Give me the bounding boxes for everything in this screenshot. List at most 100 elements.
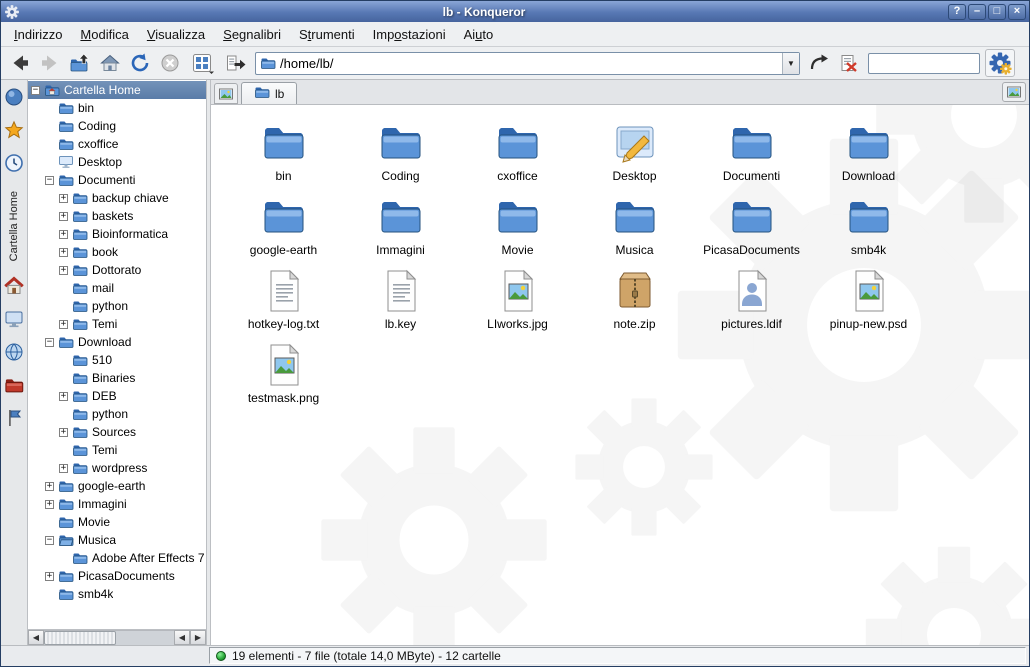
tree-item-musica-25[interactable]: −Musica bbox=[28, 531, 206, 549]
expander-icon[interactable]: + bbox=[59, 320, 68, 329]
sidebar-hscrollbar[interactable]: ◀ ◀ ▶ bbox=[28, 629, 206, 645]
file-liworks-jpg[interactable]: LIworks.jpg bbox=[462, 267, 574, 341]
media-player-button[interactable] bbox=[4, 88, 25, 109]
tree-item-coding-2[interactable]: Coding bbox=[28, 117, 206, 135]
file-view[interactable]: binCodingcxofficeDesktopDocumentiDownloa… bbox=[211, 105, 1029, 645]
menu-indirizzo[interactable]: Indirizzo bbox=[5, 24, 71, 45]
tree-item-desktop-4[interactable]: Desktop bbox=[28, 153, 206, 171]
tree-item-download-14[interactable]: −Download bbox=[28, 333, 206, 351]
file-download[interactable]: Download bbox=[813, 119, 925, 193]
preview-corner-button[interactable] bbox=[1002, 82, 1026, 102]
close-button[interactable]: × bbox=[1008, 4, 1026, 20]
file-google-earth[interactable]: google-earth bbox=[228, 193, 340, 267]
expander-icon[interactable]: + bbox=[59, 266, 68, 275]
network-button[interactable] bbox=[4, 343, 25, 364]
expander-icon[interactable]: − bbox=[45, 536, 54, 545]
file-pinup-new-psd[interactable]: pinup-new.psd bbox=[813, 267, 925, 341]
forward-button[interactable] bbox=[36, 49, 64, 77]
file-picasadocuments[interactable]: PicasaDocuments bbox=[696, 193, 808, 267]
menu-aiuto[interactable]: Aiuto bbox=[455, 24, 503, 45]
expander-icon[interactable]: + bbox=[59, 230, 68, 239]
tree-item-movie-24[interactable]: Movie bbox=[28, 513, 206, 531]
file-musica[interactable]: Musica bbox=[579, 193, 691, 267]
tree-item-510-15[interactable]: 510 bbox=[28, 351, 206, 369]
stop-button[interactable] bbox=[156, 49, 184, 77]
expander-icon[interactable]: + bbox=[45, 482, 54, 491]
scroll-left-button-2[interactable]: ◀ bbox=[174, 630, 190, 645]
tree-item-backup-chiave-6[interactable]: +backup chiave bbox=[28, 189, 206, 207]
file-bin[interactable]: bin bbox=[228, 119, 340, 193]
location-input[interactable] bbox=[280, 54, 782, 73]
tree-item-adobe-after-effects-7-26[interactable]: Adobe After Effects 7 bbox=[28, 549, 206, 567]
expander-icon[interactable]: + bbox=[59, 194, 68, 203]
expander-icon[interactable]: + bbox=[59, 248, 68, 257]
tree-item-sources-19[interactable]: +Sources bbox=[28, 423, 206, 441]
location-bar[interactable]: ▼ bbox=[255, 52, 800, 75]
back-button[interactable] bbox=[6, 49, 34, 77]
expander-icon[interactable]: + bbox=[45, 500, 54, 509]
sidebar-tab-label[interactable]: Cartella Home bbox=[8, 191, 20, 261]
services-button[interactable] bbox=[4, 409, 25, 430]
tree-item-dottorato-10[interactable]: +Dottorato bbox=[28, 261, 206, 279]
tab-lb[interactable]: lb bbox=[241, 82, 297, 104]
file-movie[interactable]: Movie bbox=[462, 193, 574, 267]
menu-strumenti[interactable]: Strumenti bbox=[290, 24, 364, 45]
tree-item-bin-1[interactable]: bin bbox=[28, 99, 206, 117]
titlebar[interactable]: lb - Konqueror ?–□× bbox=[1, 1, 1029, 22]
tree-item-google-earth-22[interactable]: +google-earth bbox=[28, 477, 206, 495]
tree-item-immagini-23[interactable]: +Immagini bbox=[28, 495, 206, 513]
history-button[interactable] bbox=[4, 154, 25, 175]
tree-item-temi-13[interactable]: +Temi bbox=[28, 315, 206, 333]
menu-segnalibri[interactable]: Segnalibri bbox=[214, 24, 290, 45]
file-smb4k[interactable]: smb4k bbox=[813, 193, 925, 267]
expander-icon[interactable]: + bbox=[45, 572, 54, 581]
tree-item-smb4k-28[interactable]: smb4k bbox=[28, 585, 206, 603]
file-note-zip[interactable]: note.zip bbox=[579, 267, 691, 341]
system-button[interactable] bbox=[4, 310, 25, 331]
file-pictures-ldif[interactable]: pictures.ldif bbox=[696, 267, 808, 341]
scroll-left-button[interactable]: ◀ bbox=[28, 630, 44, 645]
home-button[interactable] bbox=[96, 49, 124, 77]
file-desktop[interactable]: Desktop bbox=[579, 119, 691, 193]
clear-button[interactable] bbox=[835, 49, 863, 77]
expander-icon[interactable]: + bbox=[59, 392, 68, 401]
file-cxoffice[interactable]: cxoffice bbox=[462, 119, 574, 193]
file-lb-key[interactable]: lb.key bbox=[345, 267, 457, 341]
expander-icon[interactable]: + bbox=[59, 464, 68, 473]
file-coding[interactable]: Coding bbox=[345, 119, 457, 193]
expander-icon[interactable]: + bbox=[59, 428, 68, 437]
maximize-button[interactable]: □ bbox=[988, 4, 1006, 20]
file-documenti[interactable]: Documenti bbox=[696, 119, 808, 193]
tree-item-python-18[interactable]: python bbox=[28, 405, 206, 423]
expander-icon[interactable]: − bbox=[45, 176, 54, 185]
go-button[interactable] bbox=[805, 49, 833, 77]
scroll-track[interactable] bbox=[44, 630, 174, 645]
expander-icon[interactable]: − bbox=[45, 338, 54, 347]
search-input[interactable] bbox=[868, 53, 980, 74]
tree-item-deb-17[interactable]: +DEB bbox=[28, 387, 206, 405]
expander-icon[interactable]: + bbox=[59, 212, 68, 221]
icon-view-button[interactable] bbox=[186, 49, 220, 77]
file-immagini[interactable]: Immagini bbox=[345, 193, 457, 267]
tree-item-picasadocuments-27[interactable]: +PicasaDocuments bbox=[28, 567, 206, 585]
scroll-right-button[interactable]: ▶ bbox=[190, 630, 206, 645]
new-tab-button[interactable] bbox=[214, 83, 238, 104]
file-testmask-png[interactable]: testmask.png bbox=[228, 341, 340, 415]
tree-item-wordpress-21[interactable]: +wordpress bbox=[28, 459, 206, 477]
reload-button[interactable] bbox=[126, 49, 154, 77]
tree-item-bioinformatica-8[interactable]: +Bioinformatica bbox=[28, 225, 206, 243]
menu-impostazioni[interactable]: Impostazioni bbox=[364, 24, 455, 45]
tree-item-documenti-5[interactable]: −Documenti bbox=[28, 171, 206, 189]
tree-item-cartella-home-0[interactable]: −Cartella Home bbox=[28, 81, 206, 99]
minimize-button[interactable]: – bbox=[968, 4, 986, 20]
file-hotkey-log-txt[interactable]: hotkey-log.txt bbox=[228, 267, 340, 341]
help-button[interactable]: ? bbox=[948, 4, 966, 20]
clear-location-button[interactable] bbox=[222, 49, 250, 77]
tree-item-mail-11[interactable]: mail bbox=[28, 279, 206, 297]
bookmarks-button[interactable] bbox=[4, 121, 25, 142]
tree-item-temi-20[interactable]: Temi bbox=[28, 441, 206, 459]
tree-item-python-12[interactable]: python bbox=[28, 297, 206, 315]
home-button[interactable] bbox=[4, 277, 25, 298]
up-button[interactable] bbox=[66, 49, 94, 77]
tree-item-baskets-7[interactable]: +baskets bbox=[28, 207, 206, 225]
